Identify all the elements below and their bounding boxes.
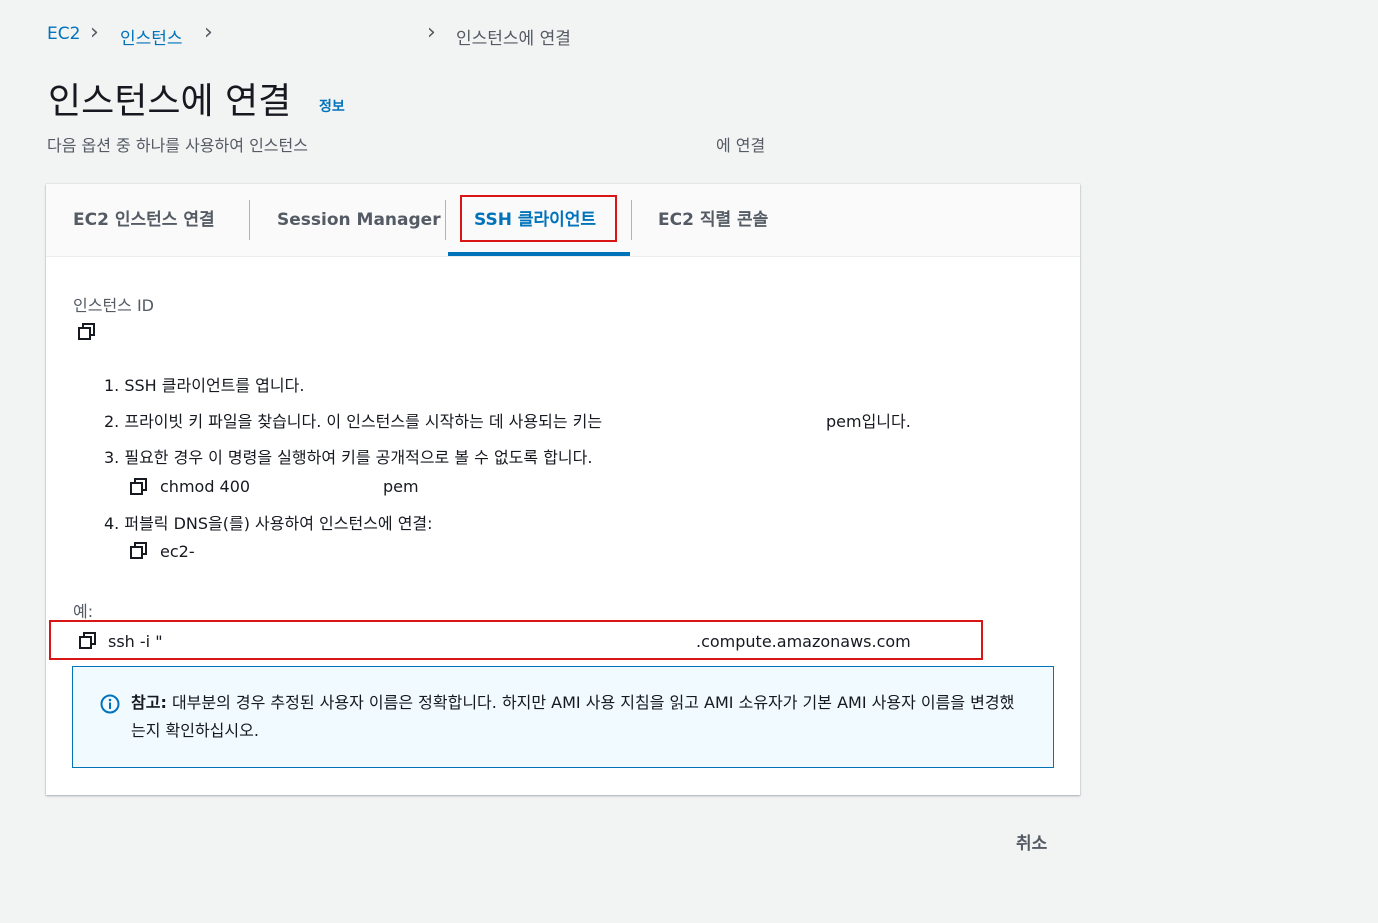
copy-icon[interactable]	[130, 542, 148, 560]
tab-ec2-serial-console[interactable]: EC2 직렬 콘솔	[658, 184, 768, 256]
chevron-right-icon: ›	[90, 20, 99, 45]
active-tab-indicator	[448, 252, 630, 256]
info-alert: 참고: 대부분의 경우 추정된 사용자 이름은 정확합니다. 하지만 AMI 사…	[72, 666, 1054, 768]
page-subtitle-end: 에 연결	[716, 136, 766, 155]
note-label: 참고:	[131, 693, 167, 712]
page-subtitle: 다음 옵션 중 하나를 사용하여 인스턴스	[47, 136, 308, 155]
step-3: 3. 필요한 경우 이 명령을 실행하여 키를 공개적으로 볼 수 없도록 합니…	[104, 448, 593, 467]
breadcrumb-current: 인스턴스에 연결	[456, 29, 571, 49]
chevron-right-icon: ›	[427, 20, 436, 45]
step-4: 4. 퍼블릭 DNS을(를) 사용하여 인스턴스에 연결:	[104, 514, 433, 533]
example-label: 예:	[73, 602, 94, 621]
tab-session-manager[interactable]: Session Manager	[277, 184, 441, 256]
page-title: 인스턴스에 연결	[48, 81, 292, 122]
breadcrumb-ec2[interactable]: EC2	[47, 24, 80, 44]
tab-ec2-instance-connect[interactable]: EC2 인스턴스 연결	[73, 184, 215, 256]
step-2-key-suffix: pem입니다.	[826, 412, 911, 431]
copy-icon[interactable]	[130, 478, 148, 496]
connect-panel: EC2 인스턴스 연결 Session Manager SSH 클라이언트 EC…	[46, 184, 1080, 795]
cancel-button[interactable]: 취소	[1016, 829, 1047, 854]
breadcrumb-instances[interactable]: 인스턴스	[120, 24, 183, 49]
tab-divider	[249, 200, 250, 240]
tab-divider	[631, 200, 632, 240]
highlight-box-tab	[460, 195, 617, 242]
tab-divider	[445, 200, 446, 240]
copy-icon[interactable]	[78, 323, 96, 341]
info-alert-text: 참고: 대부분의 경우 추정된 사용자 이름은 정확합니다. 하지만 AMI 사…	[131, 689, 1023, 745]
info-icon	[100, 694, 120, 714]
step-2: 2. 프라이빗 키 파일을 찾습니다. 이 인스턴스를 시작하는 데 사용되는 …	[104, 412, 603, 431]
step-1: 1. SSH 클라이언트를 엽니다.	[104, 376, 305, 395]
chmod-command-suffix: pem	[383, 477, 419, 496]
note-body: 대부분의 경우 추정된 사용자 이름은 정확합니다. 하지만 AMI 사용 지침…	[131, 693, 1015, 740]
highlight-box-command	[49, 620, 983, 660]
info-link[interactable]: 정보	[319, 96, 345, 116]
chmod-command: chmod 400	[160, 477, 251, 496]
instance-id-label: 인스턴스 ID	[73, 296, 155, 315]
chevron-right-icon: ›	[204, 20, 213, 45]
public-dns-command: ec2-	[160, 542, 195, 561]
